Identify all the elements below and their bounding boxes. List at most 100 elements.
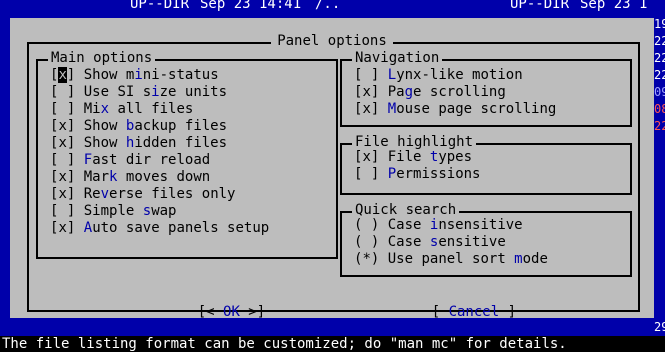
- label-pre: Show m: [75, 67, 135, 83]
- quick-search-group: Quick search ( ) Case insensitive( ) Cas…: [340, 202, 632, 277]
- box-state: *: [362, 251, 371, 267]
- navigation-group: Navigation [ ] Lynx-like motion [x] Page …: [340, 50, 632, 127]
- label-pre: Case: [379, 234, 430, 250]
- checkbox-lynx-like-motion[interactable]: [ ] Lynx-like motion: [354, 67, 523, 84]
- label-post: e scrolling: [413, 84, 506, 100]
- ok-button-label: OK: [223, 304, 240, 320]
- bg-updir-right: UP--DIR: [510, 0, 570, 12]
- label-post: ast dir reload: [92, 152, 211, 168]
- box-state: [362, 217, 370, 233]
- label-pre: Show: [75, 135, 126, 151]
- label-hotkey: v: [100, 186, 110, 202]
- checkbox-show-hidden-files[interactable]: [x] Show hidden files: [50, 135, 227, 152]
- label-hotkey: g: [404, 84, 414, 100]
- cancel-button-right: ]: [499, 304, 517, 320]
- radio-use-panel-sort-mode[interactable]: (*) Use panel sort mode: [354, 251, 548, 268]
- background-panel-right-edge: 19 22 22 22 09 08 22 29: [654, 0, 665, 352]
- bg-date-right: Sep 23 1: [580, 0, 648, 12]
- bg-updir-left: UP--DIR: [130, 0, 190, 12]
- radio-case-sensitive[interactable]: ( ) Case sensitive: [354, 234, 506, 251]
- cancel-button[interactable]: [ Cancel ]: [398, 287, 516, 338]
- label-pre: Re: [75, 186, 101, 202]
- checkbox-page-scrolling[interactable]: [x] Page scrolling: [354, 84, 506, 101]
- cancel-button-left: [: [431, 304, 449, 320]
- box-state: x: [58, 169, 67, 185]
- label-post: wap: [151, 203, 177, 219]
- checkbox-mark-moves-down[interactable]: [x] Mark moves down: [50, 169, 210, 186]
- bg-frag: 08: [654, 102, 665, 116]
- label-post: ode: [522, 251, 548, 267]
- dialog-title-wrap: Panel options: [10, 33, 654, 50]
- checkbox-auto-save-panels-setup[interactable]: [x] Auto save panels setup: [50, 220, 269, 237]
- label-post: all files: [109, 101, 194, 117]
- bg-frag: 22: [654, 34, 665, 48]
- label-pre: Use SI s: [75, 84, 152, 100]
- panel-options-dialog: Panel options Main options [x] Show mini…: [10, 18, 654, 320]
- label-pre: Mar: [75, 169, 110, 185]
- main-options-group: Main options [x] Show mini-status[ ] Use…: [36, 50, 338, 259]
- label-pre: Use panel sort: [379, 251, 515, 267]
- checkbox-use-si-size-units[interactable]: [ ] Use SI size units: [50, 84, 227, 101]
- box-state: [58, 84, 66, 100]
- label-post: ermissions: [396, 166, 481, 182]
- checkbox-simple-swap[interactable]: [ ] Simple swap: [50, 203, 176, 220]
- box-state: x: [58, 186, 67, 202]
- checkbox-fast-dir-reload[interactable]: [ ] Fast dir reload: [50, 152, 210, 169]
- bg-date-left: Sep 23 14:41: [200, 0, 302, 12]
- box-state: [58, 203, 66, 219]
- box-state: x: [362, 101, 371, 117]
- main-options-title: Main options: [48, 50, 156, 67]
- label-hotkey: i: [134, 67, 143, 83]
- box-state: [362, 166, 370, 182]
- checkbox-mouse-page-scrolling[interactable]: [x] Mouse page scrolling: [354, 101, 556, 118]
- navigation-title: Navigation: [352, 50, 443, 67]
- checkbox-show-mini-status[interactable]: [x] Show mini-status: [50, 67, 219, 84]
- label-post: ensitive: [438, 234, 506, 250]
- bg-frag: 09: [654, 85, 665, 99]
- label-pre: Mi: [75, 101, 101, 117]
- checkbox-reverse-files-only[interactable]: [x] Reverse files only: [50, 186, 235, 203]
- label-hotkey: s: [142, 203, 152, 219]
- box-state: x: [58, 220, 67, 236]
- box-state: [362, 67, 370, 83]
- label-hotkey: x: [100, 101, 110, 117]
- checkbox-show-backup-files[interactable]: [x] Show backup files: [50, 118, 227, 135]
- label-post: nsensitive: [438, 217, 523, 233]
- label-hotkey: P: [387, 166, 397, 182]
- ok-button[interactable]: [< OK >]: [164, 287, 265, 338]
- label-post: ouse page scrolling: [396, 101, 557, 117]
- box-state: [58, 101, 66, 117]
- label-post: erse files only: [109, 186, 236, 202]
- bg-frag: 22: [654, 51, 665, 65]
- box-state: x: [58, 135, 67, 151]
- label-post: ackup files: [134, 118, 228, 134]
- label-pre: [75, 220, 83, 236]
- label-pre: Case: [379, 217, 430, 233]
- label-pre: [379, 101, 387, 117]
- radio-case-insensitive[interactable]: ( ) Case insensitive: [354, 217, 523, 234]
- label-pre: [379, 166, 387, 182]
- label-post: ypes: [438, 149, 473, 165]
- label-pre: File: [379, 149, 430, 165]
- label-post: ynx-like motion: [396, 67, 523, 83]
- label-hotkey: F: [83, 152, 93, 168]
- box-state: [58, 152, 66, 168]
- label-pre: Show: [75, 118, 126, 134]
- checkbox-file-types[interactable]: [x] File types: [354, 149, 472, 166]
- status-bar: The file listing format can be customize…: [0, 336, 665, 352]
- label-pre: Pa: [379, 84, 405, 100]
- cancel-button-label: Cancel: [448, 304, 500, 320]
- ok-button-right: >]: [239, 304, 266, 320]
- box-state: x: [362, 84, 371, 100]
- checkbox-permissions[interactable]: [ ] Permissions: [354, 166, 480, 183]
- checkbox-mix-all-files[interactable]: [ ] Mix all files: [50, 101, 193, 118]
- background-panel-header: UP--DIR Sep 23 14:41 /.. UP--DIR Sep 23 …: [0, 0, 665, 17]
- label-pre: [379, 67, 387, 83]
- label-hotkey: i: [151, 84, 160, 100]
- label-hotkey: L: [387, 67, 397, 83]
- label-post: ni-status: [142, 67, 219, 83]
- dialog-title: Panel options: [271, 33, 393, 49]
- bg-frag: 29: [654, 320, 665, 334]
- label-post: moves down: [117, 169, 211, 185]
- box-state: x: [362, 149, 371, 165]
